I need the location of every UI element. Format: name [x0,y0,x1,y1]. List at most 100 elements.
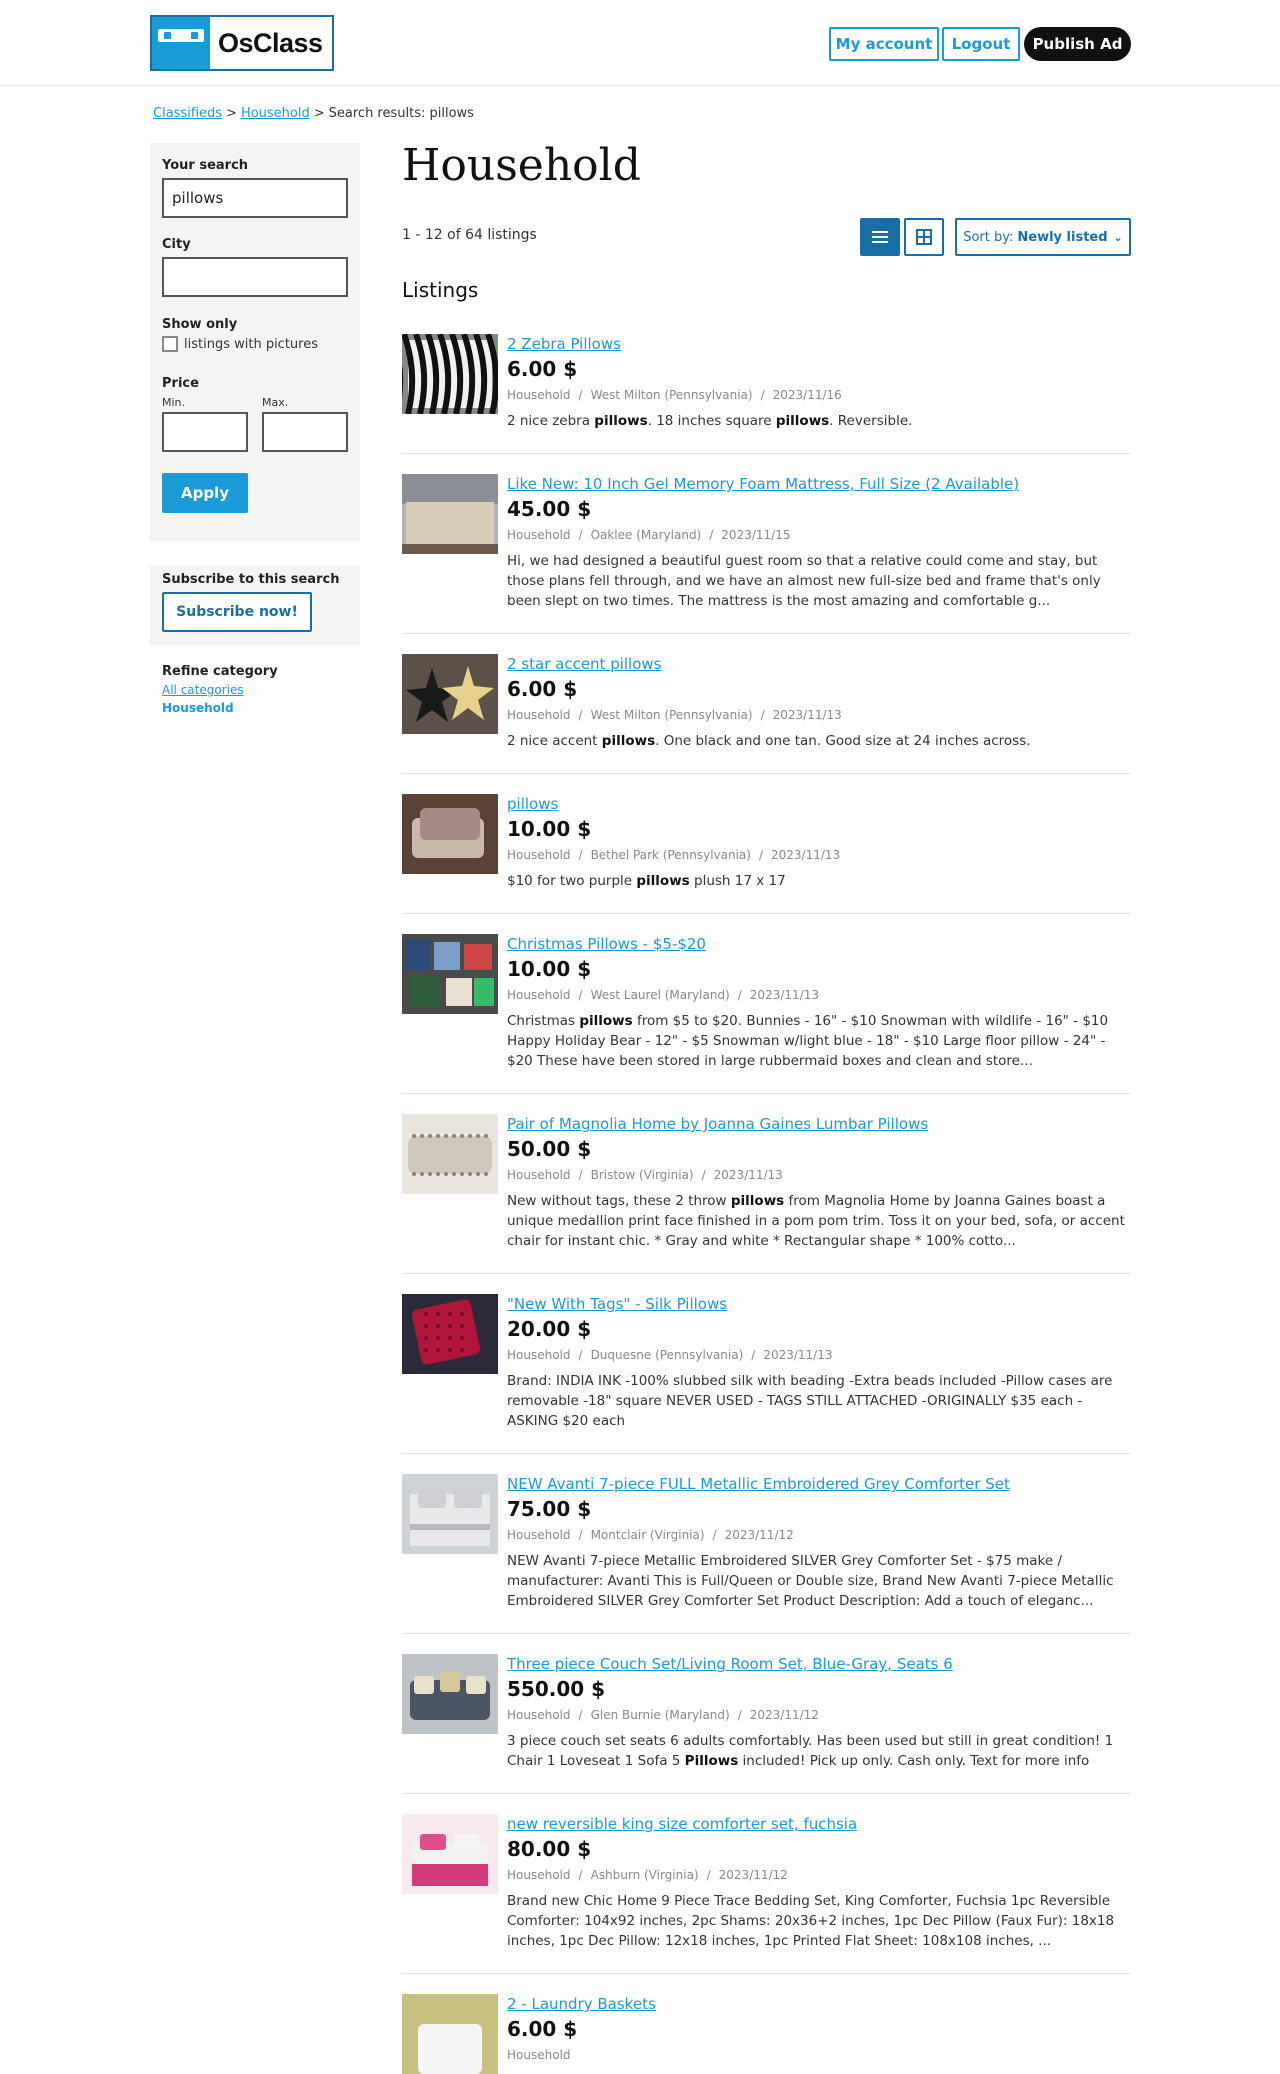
listing-description: NEW Avanti 7-piece Metallic Embroidered … [507,1553,1114,1609]
pictures-filter[interactable]: listings with pictures [162,336,318,352]
listing-date: 2023/11/13 [763,1348,833,1362]
logout-button[interactable]: Logout [942,27,1020,61]
listing-count: 1 - 12 of 64 listings [402,227,537,243]
listing-thumbnail[interactable] [402,654,498,734]
search-filter-panel: Your search pillows City Show only listi… [150,143,360,541]
listing-location: Montclair (Virginia) [590,1528,705,1542]
listing-category: Household [507,1168,571,1182]
pictures-checkbox[interactable] [162,336,178,352]
listing-info: Three piece Couch Set/Living Room Set, B… [507,1654,1130,1771]
page-title: Household [402,140,641,191]
chevron-down-icon: ⌄ [1113,230,1123,244]
listing-description: 2 nice accent pillows. One black and one… [507,733,1031,749]
listing-location: Ashburn (Virginia) [590,1868,699,1882]
sort-dropdown[interactable]: Sort by: Newly listed ⌄ [955,218,1131,256]
show-only-label: Show only [162,317,238,332]
listing-meta: Household / Glen Burnie (Maryland)/2023/11… [507,1708,819,1722]
search-input[interactable]: pillows [162,178,348,218]
breadcrumb-household[interactable]: Household [241,106,310,121]
max-price-input[interactable] [262,412,348,452]
listing-category: Household [507,1348,571,1362]
listing-title-link[interactable]: Like New: 10 Inch Gel Memory Foam Mattre… [507,474,1130,494]
listing-location: West Laurel (Maryland) [590,988,730,1002]
listing-description: 2 nice zebra pillows. 18 inches square p… [507,413,913,429]
min-price-input[interactable] [162,412,248,452]
listing-description: Hi, we had designed a beautiful guest ro… [507,553,1101,609]
category-all-link[interactable]: All categories [162,683,278,697]
listing-location: Oaklee (Maryland) [590,528,702,542]
listing-price: 550.00 $ [507,1677,606,1701]
listing-date: 2023/11/13 [771,848,841,862]
your-search-label: Your search [162,158,249,173]
listing-description: Brand: INDIA INK -100% slubbed silk with… [507,1373,1113,1429]
listing-item: 2 - Laundry Baskets 6.00 $ Household [402,1994,1130,2074]
breadcrumb-separator: > [226,106,237,121]
listing-location: Bristow (Virginia) [590,1168,694,1182]
subscribe-label: Subscribe to this search [162,572,340,587]
grid-icon [916,229,932,245]
listing-thumbnail[interactable] [402,1294,498,1374]
listing-category: Household [507,848,571,862]
listing-price: 10.00 $ [507,817,592,841]
category-household-link[interactable]: Household [162,701,278,715]
listing-price: 20.00 $ [507,1317,592,1341]
listing-info: 2 - Laundry Baskets 6.00 $ Household [507,1994,1130,2064]
listing-description: Brand new Chic Home 9 Piece Trace Beddin… [507,1893,1115,1949]
listing-title-link[interactable]: NEW Avanti 7-piece FULL Metallic Embroid… [507,1474,1130,1494]
list-view-button[interactable] [860,218,900,256]
listing-date: 2023/11/12 [718,1868,788,1882]
listing-price: 10.00 $ [507,957,592,981]
listing-title-link[interactable]: Christmas Pillows - $5-$20 [507,934,1130,954]
price-label: Price [162,376,199,391]
grid-view-button[interactable] [904,218,944,256]
listing-thumbnail[interactable] [402,1654,498,1734]
listing-title-link[interactable]: 2 Zebra Pillows [507,334,1130,354]
publish-ad-button[interactable]: Publish Ad [1024,27,1131,61]
listing-thumbnail[interactable] [402,934,498,1014]
city-input[interactable] [162,257,348,297]
listing-title-link[interactable]: new reversible king size comforter set, … [507,1814,1130,1834]
listing-meta: Household / West Laurel (Maryland)/2023/11… [507,988,819,1002]
listing-title-link[interactable]: 2 star accent pillows [507,654,1130,674]
listing-title-link[interactable]: Three piece Couch Set/Living Room Set, B… [507,1654,1130,1674]
site-logo[interactable]: OsClass [150,15,334,71]
listing-info: 2 star accent pillows 6.00 $ Household / Wes… [507,654,1130,751]
subscribe-button[interactable]: Subscribe now! [162,592,312,632]
listing-info: Christmas Pillows - $5-$20 10.00 $ Househo… [507,934,1130,1071]
listing-price: 6.00 $ [507,357,578,381]
listing-title-link[interactable]: 2 - Laundry Baskets [507,1994,1130,2014]
listing-item: 2 Zebra Pillows 6.00 $ Household / West Milt… [402,334,1130,454]
listing-item: Like New: 10 Inch Gel Memory Foam Mattre… [402,474,1130,634]
listing-thumbnail[interactable] [402,794,498,874]
listing-meta: Household / West Milton (Pennsylvania)/202… [507,388,842,402]
max-price-label: Max. [262,396,289,409]
listing-category: Household [507,988,571,1002]
my-account-button[interactable]: My account [829,27,939,61]
refine-category-label: Refine category [162,664,278,679]
listing-meta: Household / Montclair (Virginia)/2023/11/1… [507,1528,794,1542]
listing-thumbnail[interactable] [402,474,498,554]
listing-info: "New With Tags" - Silk Pillows 20.00 $ Hou… [507,1294,1130,1431]
listing-thumbnail[interactable] [402,1474,498,1554]
listing-location: West Milton (Pennsylvania) [590,708,753,722]
listing-category: Household [507,528,571,542]
listing-item: Three piece Couch Set/Living Room Set, B… [402,1654,1130,1794]
breadcrumb-classifieds[interactable]: Classifieds [153,106,222,121]
apply-button[interactable]: Apply [162,473,248,513]
listing-price: 75.00 $ [507,1497,592,1521]
listing-location: West Milton (Pennsylvania) [590,388,753,402]
listing-title-link[interactable]: pillows [507,794,1130,814]
listing-thumbnail[interactable] [402,1814,498,1894]
listing-thumbnail[interactable] [402,1114,498,1194]
listing-date: 2023/11/16 [772,388,842,402]
listing-thumbnail[interactable] [402,1994,498,2074]
subscribe-panel: Subscribe to this search Subscribe now! [150,565,360,645]
listing-price: 6.00 $ [507,677,578,701]
listing-item: Christmas Pillows - $5-$20 10.00 $ Househo… [402,934,1130,1094]
sort-label: Sort by: [963,229,1014,245]
listing-category: Household [507,708,571,722]
listing-item: NEW Avanti 7-piece FULL Metallic Embroid… [402,1474,1130,1634]
listing-thumbnail[interactable] [402,334,498,414]
listing-title-link[interactable]: "New With Tags" - Silk Pillows [507,1294,1130,1314]
listing-title-link[interactable]: Pair of Magnolia Home by Joanna Gaines L… [507,1114,1130,1134]
